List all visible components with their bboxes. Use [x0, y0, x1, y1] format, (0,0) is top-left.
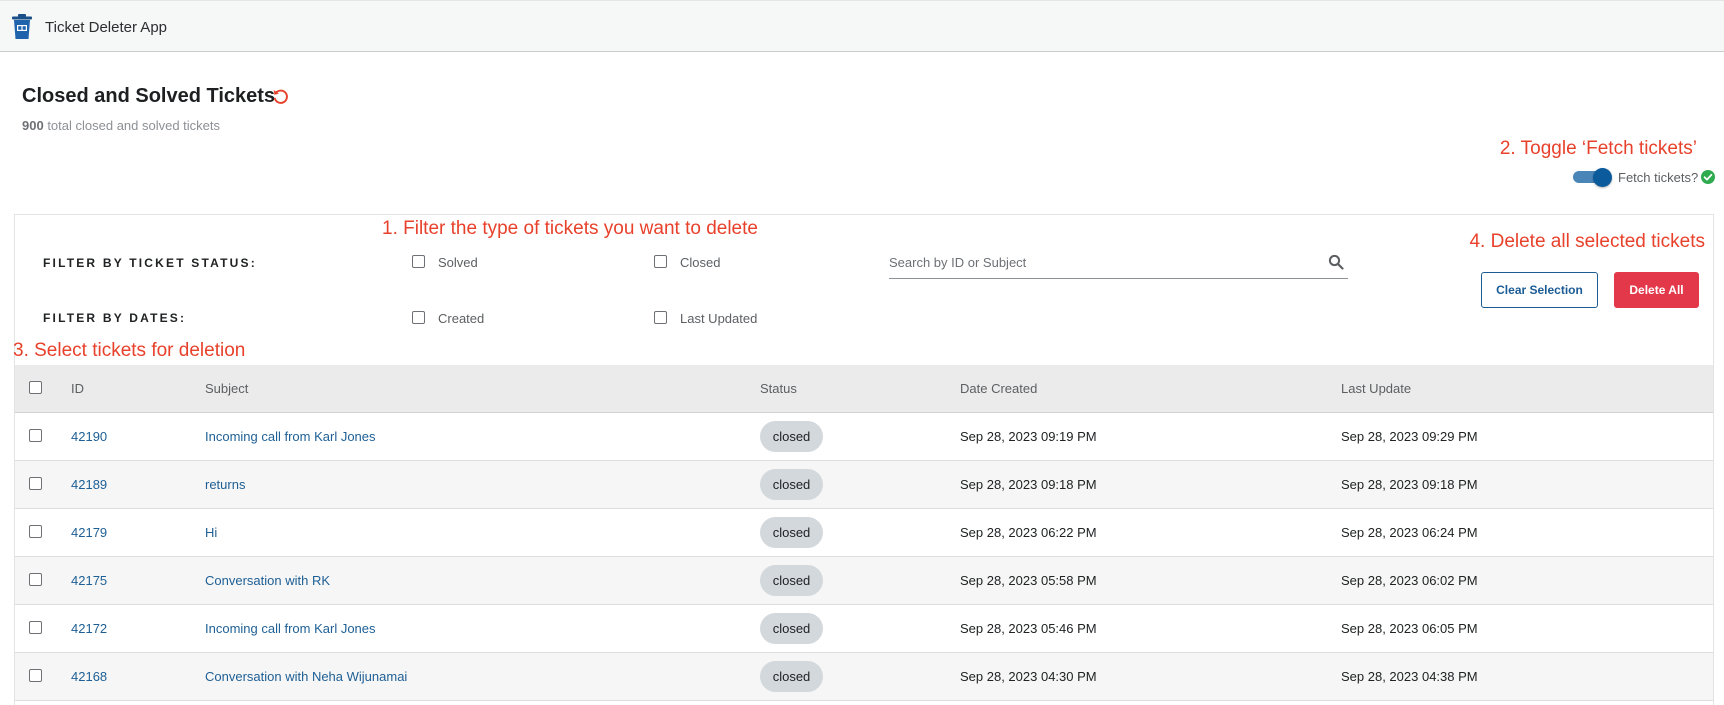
- filter-solved-checkbox[interactable]: [412, 255, 425, 268]
- ticket-count-suffix: total closed and solved tickets: [43, 118, 221, 133]
- ticket-id-link[interactable]: 42179: [71, 525, 107, 540]
- status-badge: closed: [760, 613, 823, 644]
- date-created: Sep 28, 2023 05:46 PM: [960, 621, 1097, 636]
- delete-all-button[interactable]: Delete All: [1614, 272, 1699, 308]
- ticket-subject-link[interactable]: Conversation with Neha Wijunamai: [205, 669, 407, 684]
- last-update: Sep 28, 2023 06:24 PM: [1341, 525, 1478, 540]
- select-all-checkbox[interactable]: [29, 381, 42, 394]
- row-checkbox[interactable]: [29, 621, 42, 634]
- column-header-id: ID: [71, 381, 84, 396]
- ticket-subject-link[interactable]: Incoming call from Karl Jones: [205, 621, 376, 636]
- ticket-count-summary: 900 total closed and solved tickets: [22, 118, 220, 133]
- last-update: Sep 28, 2023 09:29 PM: [1341, 429, 1478, 444]
- date-created: Sep 28, 2023 04:30 PM: [960, 669, 1097, 684]
- search-input[interactable]: [889, 252, 1309, 272]
- page-title: Closed and Solved Tickets: [22, 85, 276, 107]
- fetch-tickets-label: Fetch tickets?: [1618, 170, 1699, 185]
- table-row: 42175 Conversation with RK closed Sep 28…: [15, 557, 1713, 605]
- column-header-date-created: Date Created: [960, 381, 1038, 396]
- date-created: Sep 28, 2023 05:58 PM: [960, 573, 1097, 588]
- ticket-id-link[interactable]: 42189: [71, 477, 107, 492]
- annotation-step-2: 2. Toggle ‘Fetch tickets’: [1499, 138, 1697, 159]
- table-row: 42189 returns closed Sep 28, 2023 09:18 …: [15, 461, 1713, 509]
- top-bar: Ticket Deleter App: [0, 0, 1724, 52]
- app-title: Ticket Deleter App: [45, 19, 167, 36]
- column-header-status: Status: [760, 381, 797, 396]
- filter-solved-label: Solved: [438, 255, 478, 270]
- filter-last-updated-checkbox[interactable]: [654, 311, 667, 324]
- filter-dates-label: FILTER BY DATES:: [43, 311, 187, 325]
- column-header-subject: Subject: [205, 381, 249, 396]
- ticket-subject-link[interactable]: Incoming call from Karl Jones: [205, 429, 376, 444]
- row-checkbox[interactable]: [29, 429, 42, 442]
- date-created: Sep 28, 2023 09:18 PM: [960, 477, 1097, 492]
- check-circle-icon: [1701, 170, 1715, 184]
- search-icon[interactable]: [1328, 254, 1344, 270]
- table-header: ID Subject Status Date Created Last Upda…: [15, 365, 1713, 413]
- date-created: Sep 28, 2023 06:22 PM: [960, 525, 1097, 540]
- ticket-id-link[interactable]: 42175: [71, 573, 107, 588]
- table-row: 42168 Conversation with Neha Wijunamai c…: [15, 653, 1713, 701]
- ticket-id-link[interactable]: 42168: [71, 669, 107, 684]
- status-badge: closed: [760, 661, 823, 692]
- toggle-knob: [1593, 168, 1612, 187]
- filter-closed-checkbox[interactable]: [654, 255, 667, 268]
- filter-created-label: Created: [438, 311, 485, 326]
- table-row: 42172 Incoming call from Karl Jones clos…: [15, 605, 1713, 653]
- annotation-step-3: 3. Select tickets for deletion: [13, 340, 246, 361]
- last-update: Sep 28, 2023 04:38 PM: [1341, 669, 1478, 684]
- ticket-id-link[interactable]: 42190: [71, 429, 107, 444]
- table-row: 42179 Hi closed Sep 28, 2023 06:22 PM Se…: [15, 509, 1713, 557]
- last-update: Sep 28, 2023 06:05 PM: [1341, 621, 1478, 636]
- trash-can-logo-icon: [12, 14, 32, 39]
- row-checkbox[interactable]: [29, 525, 42, 538]
- status-badge: closed: [760, 565, 823, 596]
- filter-status-label: FILTER BY TICKET STATUS:: [43, 256, 257, 270]
- column-header-last-update: Last Update: [1341, 381, 1412, 396]
- status-badge: closed: [760, 469, 823, 500]
- row-checkbox[interactable]: [29, 477, 42, 490]
- ticket-subject-link[interactable]: Conversation with RK: [205, 573, 330, 588]
- refresh-icon[interactable]: [271, 87, 290, 106]
- search-field: [889, 247, 1348, 279]
- ticket-subject-link[interactable]: returns: [205, 477, 245, 492]
- filter-closed-label: Closed: [680, 255, 721, 270]
- ticket-count: 900: [22, 118, 44, 133]
- status-badge: closed: [760, 517, 823, 548]
- annotation-step-1: 1. Filter the type of tickets you want t…: [382, 218, 758, 239]
- ticket-subject-link[interactable]: Hi: [205, 525, 217, 540]
- fetch-tickets-toggle[interactable]: [1573, 168, 1613, 187]
- row-checkbox[interactable]: [29, 669, 42, 682]
- status-badge: closed: [760, 421, 823, 452]
- annotation-step-4: 4. Delete all selected tickets: [1469, 231, 1705, 252]
- filter-last-updated-label: Last Updated: [680, 311, 758, 326]
- row-checkbox[interactable]: [29, 573, 42, 586]
- last-update: Sep 28, 2023 09:18 PM: [1341, 477, 1478, 492]
- filter-created-checkbox[interactable]: [412, 311, 425, 324]
- date-created: Sep 28, 2023 09:19 PM: [960, 429, 1097, 444]
- table-row: 42190 Incoming call from Karl Jones clos…: [15, 413, 1713, 461]
- ticket-id-link[interactable]: 42172: [71, 621, 107, 636]
- last-update: Sep 28, 2023 06:02 PM: [1341, 573, 1478, 588]
- clear-selection-button[interactable]: Clear Selection: [1481, 272, 1598, 308]
